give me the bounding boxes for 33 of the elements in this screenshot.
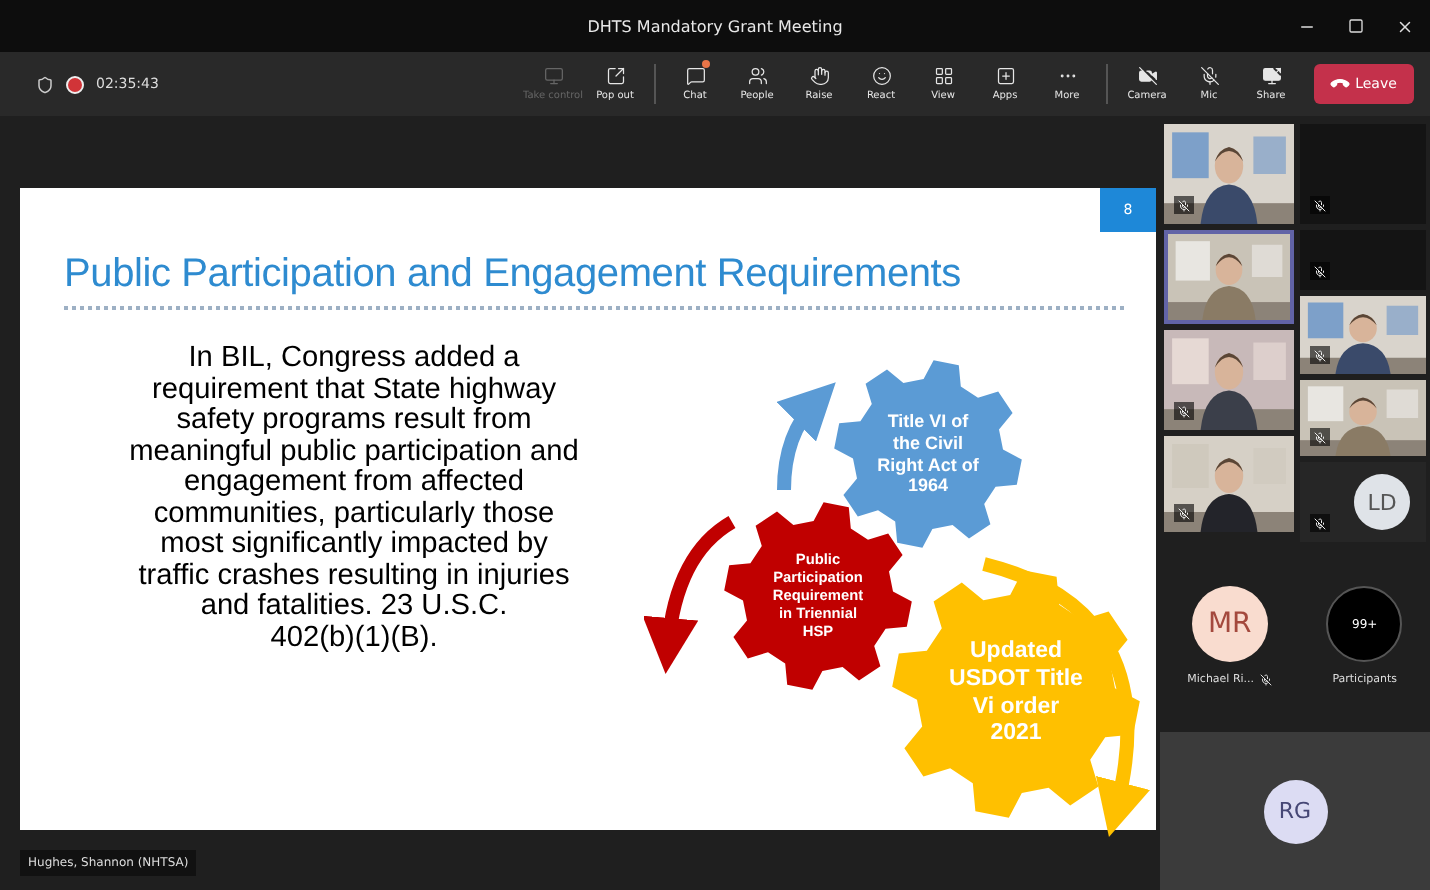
smiley-icon xyxy=(871,66,891,86)
video-tile[interactable] xyxy=(1300,124,1426,224)
video-tile[interactable] xyxy=(1164,436,1294,532)
maximize-icon xyxy=(1348,18,1364,34)
gear-label: Title VI of the Civil Right Act of 1964 xyxy=(877,410,979,498)
slide-text: In BIL, Congress added a requirement that State highway safety programs result from meaningful public participation and engagement from affected communities, particularly those most significantly impacted by traffic crashes resulting in injuries and fatalities. 23 U.S.C. 402(b)(1)(B). xyxy=(127,344,581,657)
video-tile[interactable]: LD xyxy=(1300,462,1426,542)
cycle-arrow xyxy=(776,381,836,491)
grid-icon xyxy=(933,66,953,86)
video-tile[interactable] xyxy=(1300,380,1426,456)
camera-off-icon xyxy=(1137,66,1157,86)
maximize-button[interactable] xyxy=(1344,14,1368,38)
avatar: LD xyxy=(1354,474,1410,530)
video-tile[interactable] xyxy=(1300,296,1426,374)
mic-off-icon xyxy=(1199,66,1219,86)
video-tile[interactable] xyxy=(1164,330,1294,430)
hand-icon xyxy=(809,66,829,86)
share-screen-icon xyxy=(1261,66,1281,86)
monitor-icon xyxy=(543,66,563,86)
avatar: RG xyxy=(1263,779,1327,843)
video-tile[interactable] xyxy=(1164,124,1294,224)
pop-out-icon xyxy=(605,66,625,86)
close-icon xyxy=(1396,17,1414,35)
plus-square-icon xyxy=(995,66,1015,86)
video-tile[interactable] xyxy=(1300,230,1426,290)
video-tile[interactable] xyxy=(1164,230,1294,324)
people-icon xyxy=(747,66,767,86)
gear-label: Updated USDOT Title Vi order 2021 xyxy=(949,638,1083,750)
window-title: DHTS Mandatory Grant Meeting xyxy=(587,17,843,35)
chat-icon xyxy=(685,66,705,86)
avatar[interactable]: MR xyxy=(1191,586,1268,662)
slide-title: Public Participation and Engagement Requirements xyxy=(64,252,963,298)
shield-icon xyxy=(36,75,54,93)
